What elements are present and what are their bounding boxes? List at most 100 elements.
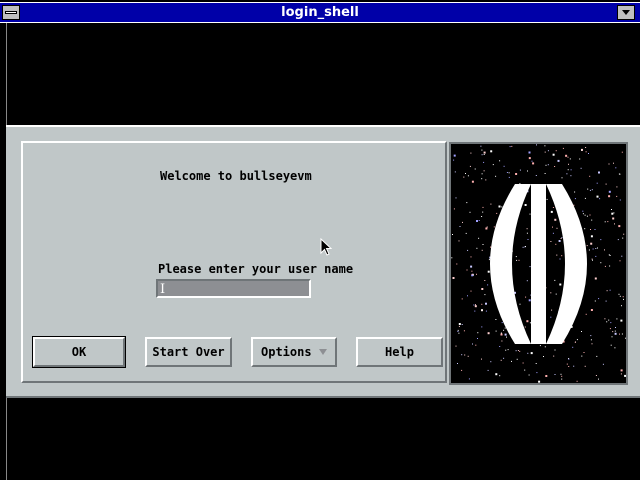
ok-button[interactable]: OK: [32, 336, 126, 368]
star-dot: [515, 173, 518, 175]
star-dot: [584, 365, 586, 367]
star-dot: [524, 369, 526, 371]
star-dot: [595, 375, 597, 376]
star-dot: [544, 346, 546, 348]
star-dot: [536, 144, 537, 146]
star-dot: [501, 340, 503, 342]
login-panel: Welcome to bullseyevm Please enter your …: [21, 141, 447, 383]
star-dot: [559, 258, 561, 260]
star-dot: [452, 277, 455, 279]
star-dot: [612, 331, 614, 333]
star-dot: [458, 323, 461, 325]
star-dot: [490, 203, 492, 205]
star-dot: [617, 239, 619, 241]
star-dot: [553, 355, 555, 357]
star-dot: [458, 332, 460, 334]
star-dot: [608, 319, 610, 321]
star-dot: [501, 206, 503, 208]
start-over-button[interactable]: Start Over: [145, 337, 232, 367]
minimize-icon[interactable]: [617, 5, 635, 20]
star-dot: [552, 226, 553, 228]
star-dot: [526, 320, 529, 323]
star-dot: [596, 355, 598, 357]
star-dot: [490, 246, 491, 248]
help-button[interactable]: Help: [356, 337, 443, 367]
star-dot: [600, 262, 602, 264]
star-dot: [466, 269, 468, 271]
star-dot: [493, 226, 495, 228]
login-shell-window: login_shell Welcome to bullseyevm Please…: [0, 0, 640, 480]
star-dot: [470, 256, 472, 258]
star-dot: [525, 246, 526, 247]
star-dot: [481, 326, 483, 328]
star-dot: [554, 218, 557, 221]
star-dot: [614, 332, 617, 335]
title-bar[interactable]: login_shell: [0, 2, 640, 23]
star-dot: [504, 333, 507, 336]
star-dot: [516, 358, 518, 360]
star-dot: [452, 234, 453, 235]
star-dot: [509, 146, 511, 148]
star-dot: [461, 354, 463, 356]
star-dot: [458, 240, 460, 242]
star-dot: [481, 358, 482, 360]
star-dot: [619, 260, 621, 262]
star-dot: [528, 299, 531, 302]
star-dot: [585, 147, 587, 148]
star-dot: [555, 293, 557, 295]
star-dot: [471, 180, 474, 183]
star-dot: [538, 380, 541, 383]
star-dot: [624, 374, 626, 377]
star-dot: [584, 197, 586, 199]
star-dot: [592, 248, 594, 250]
star-dot: [461, 369, 463, 371]
star-dot: [471, 270, 473, 272]
star-dot: [473, 304, 475, 306]
star-dot: [615, 327, 616, 328]
star-dot: [476, 247, 478, 249]
star-dot: [621, 333, 623, 335]
star-dot: [568, 358, 570, 360]
star-dot: [467, 249, 469, 251]
star-dot: [550, 210, 553, 213]
star-dot: [544, 145, 546, 147]
star-dot: [462, 221, 463, 223]
options-button[interactable]: Options: [251, 337, 337, 367]
star-dot: [484, 294, 486, 296]
star-dot: [547, 164, 549, 166]
star-dot: [604, 265, 606, 267]
login-dialog: Welcome to bullseyevm Please enter your …: [6, 125, 640, 398]
star-dot: [589, 175, 591, 177]
star-dot: [490, 361, 492, 363]
star-dot: [609, 265, 611, 267]
star-dot: [526, 232, 528, 234]
star-dot: [487, 369, 489, 371]
star-dot: [592, 259, 593, 261]
star-dot: [468, 378, 470, 380]
star-dot: [519, 183, 521, 185]
star-dot: [555, 150, 557, 152]
star-dot: [515, 256, 517, 258]
star-dot: [481, 303, 483, 305]
star-dot: [453, 154, 456, 157]
star-dot: [552, 207, 554, 208]
star-dot: [507, 349, 509, 351]
star-dot: [498, 205, 501, 208]
star-dot: [621, 151, 623, 153]
star-dot: [482, 244, 484, 245]
star-dot: [588, 249, 590, 251]
star-dot: [585, 151, 587, 153]
star-dot: [597, 247, 598, 249]
star-dot: [608, 254, 610, 256]
star-dot: [474, 305, 477, 308]
username-input[interactable]: [156, 279, 311, 298]
star-dot: [536, 372, 538, 374]
star-dot: [608, 195, 611, 198]
star-dot: [582, 210, 584, 212]
star-dot: [621, 255, 623, 257]
star-dot: [451, 257, 453, 259]
star-dot: [527, 352, 529, 354]
logo-center-bar: [531, 184, 546, 344]
star-dot: [605, 183, 607, 185]
star-dot: [556, 254, 558, 256]
